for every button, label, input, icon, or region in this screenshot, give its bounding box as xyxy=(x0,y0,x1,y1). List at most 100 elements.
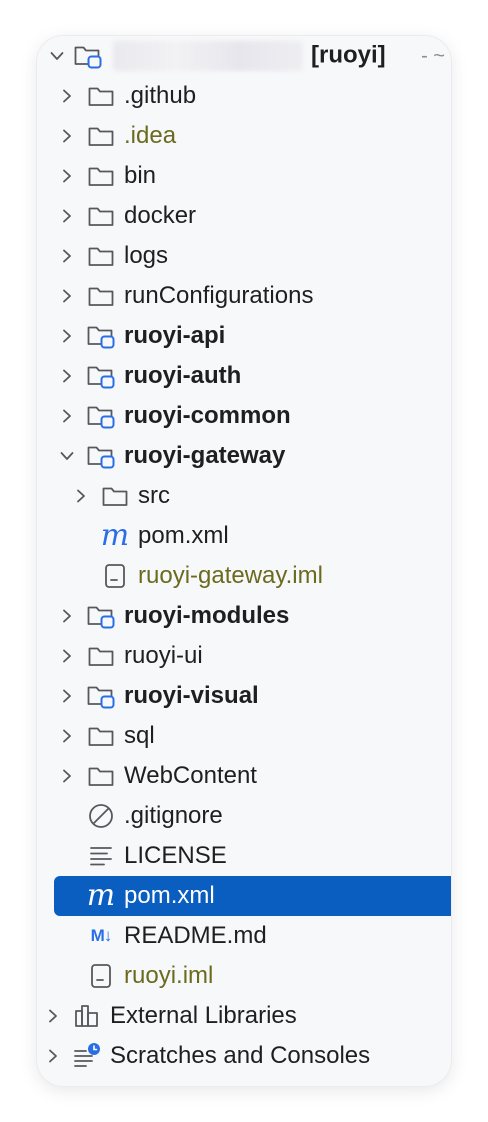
tree-item-sql[interactable]: sql xyxy=(37,716,451,756)
tree-item-label: sql xyxy=(124,722,155,749)
tree-item-label: ruoyi-gateway xyxy=(124,442,286,469)
text-file-icon xyxy=(86,836,116,876)
tree-item-label: ruoyi-auth xyxy=(124,362,242,389)
tree-item-gitignore[interactable]: .gitignore xyxy=(37,796,451,836)
folder-icon xyxy=(86,276,116,316)
tree-item-ruoyi-ui[interactable]: ruoyi-ui xyxy=(37,636,451,676)
tree-item-docker[interactable]: docker xyxy=(37,196,451,236)
tree-item-ruoyi-auth[interactable]: ruoyi-auth xyxy=(37,356,451,396)
tree-item-label: LICENSE xyxy=(124,842,227,869)
project-tree-panel: [ruoyi] - ~ .github .idea bin docker log… xyxy=(37,36,451,1086)
module-folder-icon xyxy=(86,436,116,476)
folder-icon xyxy=(86,716,116,756)
tree-item-logs[interactable]: logs xyxy=(37,236,451,276)
tree-item-label: WebContent xyxy=(124,762,257,789)
tree-item-gateway-pom[interactable]: m pom.xml xyxy=(37,516,451,556)
folder-icon xyxy=(100,476,130,516)
tree-item-gateway-iml[interactable]: ruoyi-gateway.iml xyxy=(37,556,451,596)
tree-item-license[interactable]: LICENSE xyxy=(37,836,451,876)
tree-item-ruoyi-gateway[interactable]: ruoyi-gateway xyxy=(37,436,451,476)
ignore-file-icon xyxy=(86,796,116,836)
tree-item-webcontent[interactable]: WebContent xyxy=(37,756,451,796)
tree-item-ruoyi-iml[interactable]: ruoyi.iml xyxy=(37,956,451,996)
chevron-right-icon[interactable] xyxy=(55,756,79,796)
tree-item-label: src xyxy=(138,482,170,509)
scratches-icon xyxy=(72,1036,102,1076)
chevron-down-icon[interactable] xyxy=(45,36,69,76)
tree-item-pom-selected[interactable]: m pom.xml xyxy=(54,876,451,916)
maven-icon: m xyxy=(100,518,130,553)
folder-icon xyxy=(86,196,116,236)
tree-root-row[interactable]: [ruoyi] - ~ xyxy=(37,36,451,76)
chevron-right-icon[interactable] xyxy=(69,476,93,516)
folder-icon xyxy=(86,156,116,196)
tree-item-label: runConfigurations xyxy=(124,282,314,309)
chevron-right-icon[interactable] xyxy=(55,76,79,116)
tree-item-label: README.md xyxy=(124,922,267,949)
redacted-project-name xyxy=(113,41,303,71)
tree-item-gateway-src[interactable]: src xyxy=(37,476,451,516)
tree-item-label: ruoyi.iml xyxy=(124,962,214,989)
chevron-right-icon[interactable] xyxy=(55,116,79,156)
chevron-right-icon[interactable] xyxy=(55,716,79,756)
folder-icon xyxy=(86,76,116,116)
tree-item-label: .gitignore xyxy=(124,802,223,829)
header-tail: - ~ xyxy=(421,44,445,67)
tree-item-ruoyi-common[interactable]: ruoyi-common xyxy=(37,396,451,436)
tree-item-label: logs xyxy=(124,242,169,269)
markdown-icon: M↓ xyxy=(90,926,113,945)
maven-icon: m xyxy=(86,878,116,913)
tree-item-label: .idea xyxy=(124,122,177,149)
tree-item-label: ruoyi-visual xyxy=(124,682,259,709)
module-folder-icon xyxy=(73,36,103,76)
iml-file-icon xyxy=(100,556,130,596)
module-folder-icon xyxy=(86,356,116,396)
tree-item-label: Scratches and Consoles xyxy=(110,1042,371,1069)
tree-item-idea[interactable]: .idea xyxy=(37,116,451,156)
folder-icon xyxy=(86,636,116,676)
project-name: [ruoyi] xyxy=(113,41,386,71)
chevron-right-icon[interactable] xyxy=(55,196,79,236)
chevron-right-icon[interactable] xyxy=(41,1036,65,1076)
chevron-right-icon[interactable] xyxy=(55,596,79,636)
chevron-right-icon[interactable] xyxy=(55,316,79,356)
chevron-down-icon[interactable] xyxy=(55,436,79,476)
tree-item-bin[interactable]: bin xyxy=(37,156,451,196)
folder-icon xyxy=(86,756,116,796)
tree-item-runconfigurations[interactable]: runConfigurations xyxy=(37,276,451,316)
folder-icon xyxy=(86,236,116,276)
tree-item-github[interactable]: .github xyxy=(37,76,451,116)
tree-item-external-libraries[interactable]: External Libraries xyxy=(37,996,451,1036)
chevron-right-icon[interactable] xyxy=(55,396,79,436)
tree-item-label: ruoyi-modules xyxy=(124,602,290,629)
tree-item-label: ruoyi-ui xyxy=(124,642,203,669)
chevron-right-icon[interactable] xyxy=(55,356,79,396)
module-folder-icon xyxy=(86,596,116,636)
tree-item-label: .github xyxy=(124,82,197,109)
tree-item-label: docker xyxy=(124,202,197,229)
module-folder-icon xyxy=(86,396,116,436)
iml-file-icon xyxy=(86,956,116,996)
chevron-right-icon[interactable] xyxy=(41,996,65,1036)
library-icon xyxy=(72,996,102,1036)
tree-item-label: External Libraries xyxy=(110,1002,297,1029)
folder-icon xyxy=(86,116,116,156)
module-folder-icon xyxy=(86,316,116,356)
tree-item-label: ruoyi-gateway.iml xyxy=(138,562,323,589)
tree-item-scratches[interactable]: Scratches and Consoles xyxy=(37,1036,451,1076)
module-folder-icon xyxy=(86,676,116,716)
tree-item-ruoyi-api[interactable]: ruoyi-api xyxy=(37,316,451,356)
tree-item-label: ruoyi-common xyxy=(124,402,291,429)
tree-item-readme[interactable]: M↓ README.md xyxy=(37,916,451,956)
tree-item-ruoyi-modules[interactable]: ruoyi-modules xyxy=(37,596,451,636)
tree-item-label: pom.xml xyxy=(124,882,215,909)
tree-item-ruoyi-visual[interactable]: ruoyi-visual xyxy=(37,676,451,716)
chevron-right-icon[interactable] xyxy=(55,156,79,196)
tree-item-label: bin xyxy=(124,162,157,189)
chevron-right-icon[interactable] xyxy=(55,636,79,676)
chevron-right-icon[interactable] xyxy=(55,276,79,316)
chevron-right-icon[interactable] xyxy=(55,676,79,716)
tree-item-label: ruoyi-api xyxy=(124,322,226,349)
tree-item-label: pom.xml xyxy=(138,522,229,549)
chevron-right-icon[interactable] xyxy=(55,236,79,276)
